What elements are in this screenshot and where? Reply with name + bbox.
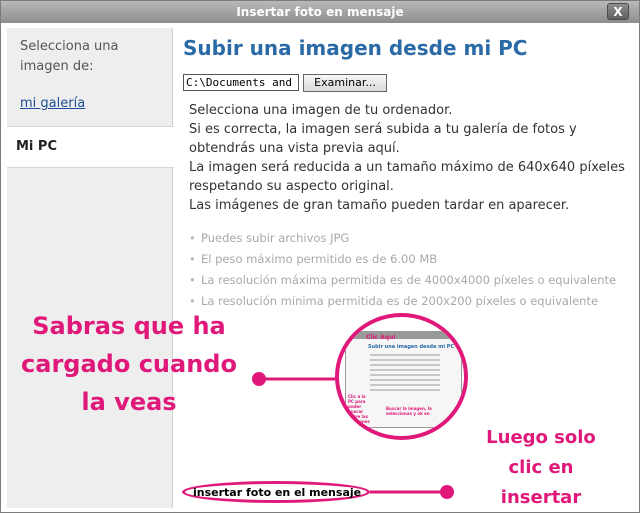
upload-description: Selecciona una imagen de tu ordenador. S… bbox=[189, 101, 629, 215]
rule-text: El peso máximo permitido es de 6.00 MB bbox=[201, 252, 438, 266]
description-line: Si es correcta, la imagen será subida a … bbox=[189, 122, 577, 137]
upload-rules-list: • Puedes subir archivos JPG • El peso máxi… bbox=[189, 228, 629, 312]
annotation-line: Sabras que ha bbox=[32, 312, 226, 340]
list-item: • La resolución mínima permitida es de 20… bbox=[189, 291, 629, 312]
thumbnail-note-right: Buscar la imagen, la seleccionas y ok en bbox=[386, 406, 432, 416]
dialog-titlebar: Insertar foto en mensaje X bbox=[1, 1, 639, 23]
bullet-icon: • bbox=[189, 231, 196, 245]
thumbnail-note-left: Clic a la PC para poder buscar entre las… bbox=[348, 394, 370, 424]
annotation-line: Luego solo bbox=[486, 427, 596, 448]
rule-text: La resolución mínima permitida es de 200… bbox=[201, 294, 599, 308]
description-line: obtendrás una vista previa aquí. bbox=[189, 141, 400, 156]
bullet-icon: • bbox=[189, 273, 196, 287]
dialog-title: Insertar foto en mensaje bbox=[236, 5, 404, 19]
sidebar-heading: Selecciona una imagen de: bbox=[20, 39, 119, 74]
rule-text: Puedes subir archivos JPG bbox=[201, 231, 350, 245]
insert-photo-button[interactable]: insertar foto en el mensaje bbox=[193, 486, 361, 499]
thumbnail-clic-label: Clic Aquí bbox=[366, 334, 396, 341]
annotation-line: insertar bbox=[500, 487, 582, 508]
thumbnail-text-lines bbox=[370, 354, 440, 394]
list-item: • La resolución máxima permitida es de 40… bbox=[189, 270, 629, 291]
thumbnail-titlebar bbox=[346, 332, 461, 339]
rule-text: La resolución máxima permitida es de 400… bbox=[201, 273, 617, 287]
annotation-loaded-hint: Sabras que ha cargado cuando la veas bbox=[9, 307, 249, 421]
browse-button[interactable]: Examinar... bbox=[303, 74, 387, 92]
close-button[interactable]: X bbox=[607, 3, 629, 20]
description-line: Selecciona una imagen de tu ordenador. bbox=[189, 103, 453, 118]
description-line: respetando su aspecto original. bbox=[189, 179, 394, 194]
annotation-line: clic en bbox=[508, 457, 574, 478]
arrow-to-insert bbox=[370, 485, 454, 499]
annotation-line: la veas bbox=[81, 388, 177, 416]
thumbnail-screenshot: Clic Aquí Subir una imagen desde mi PC C… bbox=[345, 331, 462, 428]
sidebar-item-my-pc[interactable]: Mi PC bbox=[7, 126, 174, 168]
thumbnail-title: Subir una imagen desde mi PC bbox=[368, 344, 455, 350]
file-path-input[interactable]: C:\Documents and S bbox=[183, 74, 299, 91]
description-line: Las imágenes de gran tamaño pueden tarda… bbox=[189, 198, 570, 213]
preview-thumbnail: Clic Aquí Subir una imagen desde mi PC C… bbox=[335, 313, 468, 440]
annotation-insert-hint: Luego solo clic en insertar bbox=[461, 423, 621, 512]
bullet-icon: • bbox=[189, 252, 196, 266]
list-item: • El peso máximo permitido es de 6.00 MB bbox=[189, 249, 629, 270]
description-line: La imagen será reducida a un tamaño máxi… bbox=[189, 160, 625, 175]
annotation-line: cargado cuando bbox=[21, 350, 237, 378]
insert-photo-dialog: Insertar foto en mensaje X Selecciona un… bbox=[0, 0, 640, 513]
source-sidebar: Selecciona una imagen de: mi galería Mi … bbox=[7, 28, 174, 508]
sidebar-item-gallery[interactable]: mi galería bbox=[20, 96, 85, 111]
arrow-to-thumbnail bbox=[252, 372, 335, 386]
page-title: Subir una imagen desde mi PC bbox=[183, 36, 528, 60]
close-icon: X bbox=[613, 5, 623, 19]
list-item: • Puedes subir archivos JPG bbox=[189, 228, 629, 249]
